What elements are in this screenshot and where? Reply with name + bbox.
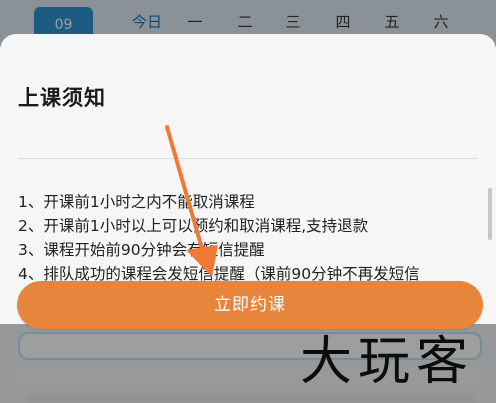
watermark-logo: 大玩客 <box>300 332 475 392</box>
